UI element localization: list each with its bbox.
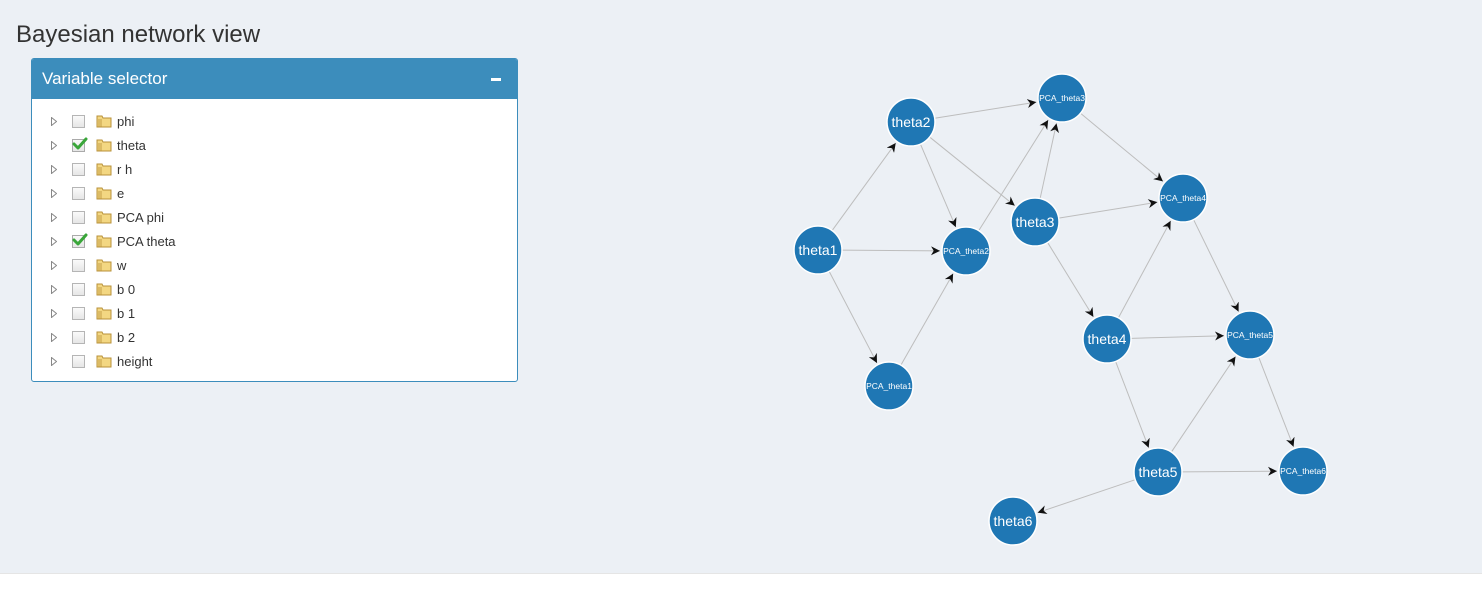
node-label: PCA_theta6 bbox=[1280, 466, 1326, 476]
node-theta5[interactable]: theta5 bbox=[1133, 447, 1183, 497]
edge-theta5-theta6 bbox=[1037, 479, 1136, 515]
node-theta3[interactable]: theta3 bbox=[1010, 197, 1060, 247]
node-label: theta4 bbox=[1088, 331, 1127, 347]
node-label: theta2 bbox=[892, 114, 931, 130]
footer-divider bbox=[0, 573, 1482, 574]
edge-theta2-PCA_theta2 bbox=[919, 143, 957, 228]
node-PCA_theta2[interactable]: PCA_theta2 bbox=[941, 226, 991, 276]
node-PCA_theta4[interactable]: PCA_theta4 bbox=[1158, 173, 1208, 223]
edge-PCA_theta4-PCA_theta5 bbox=[1193, 219, 1240, 312]
node-label: PCA_theta5 bbox=[1227, 330, 1273, 340]
node-theta1[interactable]: theta1 bbox=[793, 225, 843, 275]
node-theta4[interactable]: theta4 bbox=[1082, 314, 1132, 364]
node-PCA_theta1[interactable]: PCA_theta1 bbox=[864, 361, 914, 411]
edge-theta1-theta2 bbox=[831, 142, 897, 231]
node-PCA_theta6[interactable]: PCA_theta6 bbox=[1278, 446, 1328, 496]
edge-PCA_theta1-PCA_theta2 bbox=[900, 273, 954, 366]
node-label: PCA_theta3 bbox=[1039, 93, 1085, 103]
edge-theta5-PCA_theta5 bbox=[1170, 356, 1236, 453]
node-label: theta3 bbox=[1016, 214, 1055, 230]
bayesian-network-graph[interactable]: theta1 theta2 theta3 theta4 theta5 theta6 PCA_… bbox=[0, 0, 1482, 573]
node-label: PCA_theta1 bbox=[866, 381, 912, 391]
node-theta6[interactable]: theta6 bbox=[988, 496, 1038, 546]
edge-PCA_theta3-PCA_theta4 bbox=[1080, 112, 1164, 182]
edge-theta3-PCA_theta3 bbox=[1039, 123, 1059, 199]
edge-theta5-PCA_theta6 bbox=[1181, 466, 1278, 476]
edge-theta4-theta5 bbox=[1115, 361, 1150, 448]
edge-theta3-PCA_theta4 bbox=[1058, 199, 1158, 219]
node-theta2[interactable]: theta2 bbox=[886, 97, 936, 147]
edge-theta1-PCA_theta1 bbox=[828, 271, 878, 364]
node-label: PCA_theta4 bbox=[1160, 193, 1206, 203]
edge-theta4-PCA_theta4 bbox=[1117, 220, 1172, 319]
node-label: PCA_theta2 bbox=[943, 246, 989, 256]
edge-theta1-PCA_theta2 bbox=[841, 246, 941, 256]
node-label: theta1 bbox=[799, 242, 838, 258]
edge-PCA_theta5-PCA_theta6 bbox=[1258, 357, 1295, 447]
edge-theta3-theta4 bbox=[1047, 242, 1094, 318]
edge-theta2-PCA_theta3 bbox=[934, 99, 1037, 119]
edge-theta4-PCA_theta5 bbox=[1130, 331, 1225, 341]
node-PCA_theta5[interactable]: PCA_theta5 bbox=[1225, 310, 1275, 360]
node-label: theta6 bbox=[994, 513, 1033, 529]
node-label: theta5 bbox=[1139, 464, 1178, 480]
node-PCA_theta3[interactable]: PCA_theta3 bbox=[1037, 73, 1087, 123]
